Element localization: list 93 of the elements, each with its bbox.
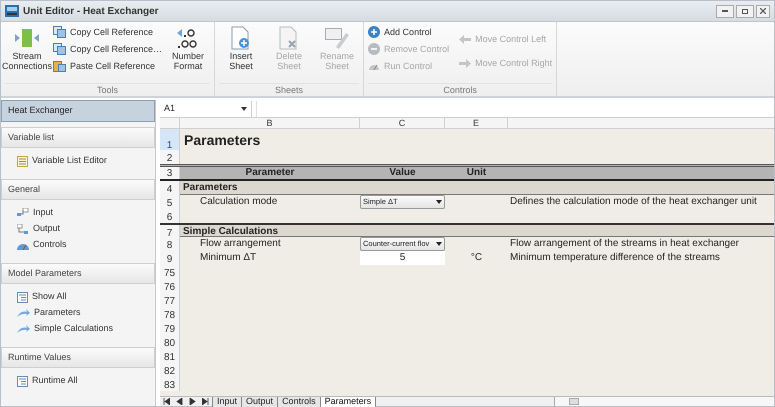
row-number[interactable]: 8 [160,237,180,251]
column-label: Parameter [244,167,296,179]
parameter-name: Minimum ΔT [199,251,258,265]
section-header[interactable]: Runtime Values [1,347,155,368]
nav-item[interactable]: Variable List Editor [17,153,155,169]
column-label: Unit [466,167,488,179]
name-box[interactable]: A1 [160,100,252,116]
rename-icon [324,27,350,49]
sheet-title: Parameters [183,131,262,150]
row-number[interactable]: 2 [160,150,180,164]
copy-icon [53,43,66,55]
section-header[interactable]: Model Parameters [1,263,155,284]
table-icon [17,292,28,302]
maximize-button[interactable] [736,4,754,18]
row-number[interactable]: 3 [160,167,180,179]
minimize-button[interactable] [716,4,734,18]
panel-header[interactable]: Heat Exchanger [1,100,155,122]
ribbon-button[interactable]: Paste Cell Reference [53,59,162,73]
ribbon-button[interactable]: Number Format [166,25,210,71]
nav-item[interactable]: Output [17,221,155,237]
app-icon [5,5,19,17]
section-header[interactable]: General [1,179,155,200]
table-icon [17,376,28,386]
arrow-icon [17,308,30,318]
ribbon-button[interactable]: Copy Cell Reference [53,25,162,39]
stream-connection-icon [14,27,40,49]
dropdown-caret-icon [436,242,442,246]
row-number[interactable]: 80 [160,335,180,349]
sheet-tab[interactable]: Input [212,396,242,406]
paste-icon [53,60,66,72]
first-sheet-icon[interactable] [163,398,170,405]
description-text: Defines the calculation mode of the heat exchanger unit [509,195,758,209]
row-number[interactable]: 79 [160,321,180,335]
row-number[interactable]: 9 [160,251,180,265]
output-tree-icon [17,224,29,234]
ribbon-button[interactable]: Insert Sheet [219,25,264,71]
remove-icon [368,43,380,55]
sheet-tab[interactable]: Output [241,396,278,406]
parameter-name: Calculation mode [199,195,278,209]
ribbon-button[interactable]: Copy Cell Reference… [53,42,162,56]
row-number[interactable]: 83 [160,377,180,391]
arrow-left-icon [459,34,472,44]
row-number[interactable]: 76 [160,279,180,293]
nav-item[interactable]: Show All [17,289,155,305]
input-tree-icon [17,208,29,218]
group-label: Tools [5,83,210,96]
group-label: Sheets [219,83,360,96]
unit-label: °C [470,251,484,265]
arrow-icon [17,324,30,334]
sheet-tab[interactable]: Controls [277,396,320,406]
nav-item[interactable]: Simple Calculations [17,321,155,337]
row-number[interactable]: 75 [160,265,180,279]
horizontal-scrollbar[interactable] [554,397,774,406]
close-button[interactable] [756,4,770,18]
parameter-name: Flow arrangement [199,237,282,251]
nav-item[interactable]: Parameters [17,305,155,321]
minimize-icon [722,10,728,12]
description-text: Flow arrangement of the streams in heat exchanger [509,237,740,251]
column-label: Value [388,167,417,179]
section-header[interactable]: Variable list [1,127,155,148]
close-icon [760,8,766,14]
value-field[interactable]: 5 [360,251,445,265]
description-text: Minimum temperature difference of the streams [509,251,721,265]
row-number[interactable]: 4 [160,181,180,195]
row-number[interactable]: 78 [160,307,180,321]
nav-item[interactable]: Input [17,205,155,221]
section-label: Parameters [182,181,238,195]
list-icon [17,156,28,166]
maximize-icon [742,8,748,14]
window-title: Unit Editor - Heat Exchanger [23,4,159,18]
sheet-tab[interactable]: Parameters [320,396,376,406]
nav-item[interactable]: Controls [17,237,155,253]
row-number[interactable]: 77 [160,293,180,307]
group-label: Controls [368,83,552,96]
dropdown-caret-icon [241,106,247,110]
ribbon-button[interactable]: Add Control [368,25,450,39]
row-number[interactable]: 5 [160,195,180,209]
column-header[interactable]: E [445,118,508,129]
column-header[interactable]: C [360,118,445,129]
nav-item[interactable]: Runtime All [17,373,155,389]
row-number[interactable]: 81 [160,349,180,363]
section-label: Simple Calculations [182,225,280,238]
previous-sheet-icon[interactable] [176,398,183,405]
last-sheet-icon[interactable] [202,398,209,405]
row-number[interactable]: 6 [160,209,180,223]
add-icon [368,26,380,38]
column-header[interactable]: B [180,118,360,129]
dropdown-caret-icon [436,200,442,204]
copy-icon [53,26,66,38]
row-number[interactable]: 82 [160,363,180,377]
next-sheet-icon[interactable] [189,398,196,405]
row-number[interactable]: 1 [160,129,180,151]
arrow-right-icon [459,58,472,68]
